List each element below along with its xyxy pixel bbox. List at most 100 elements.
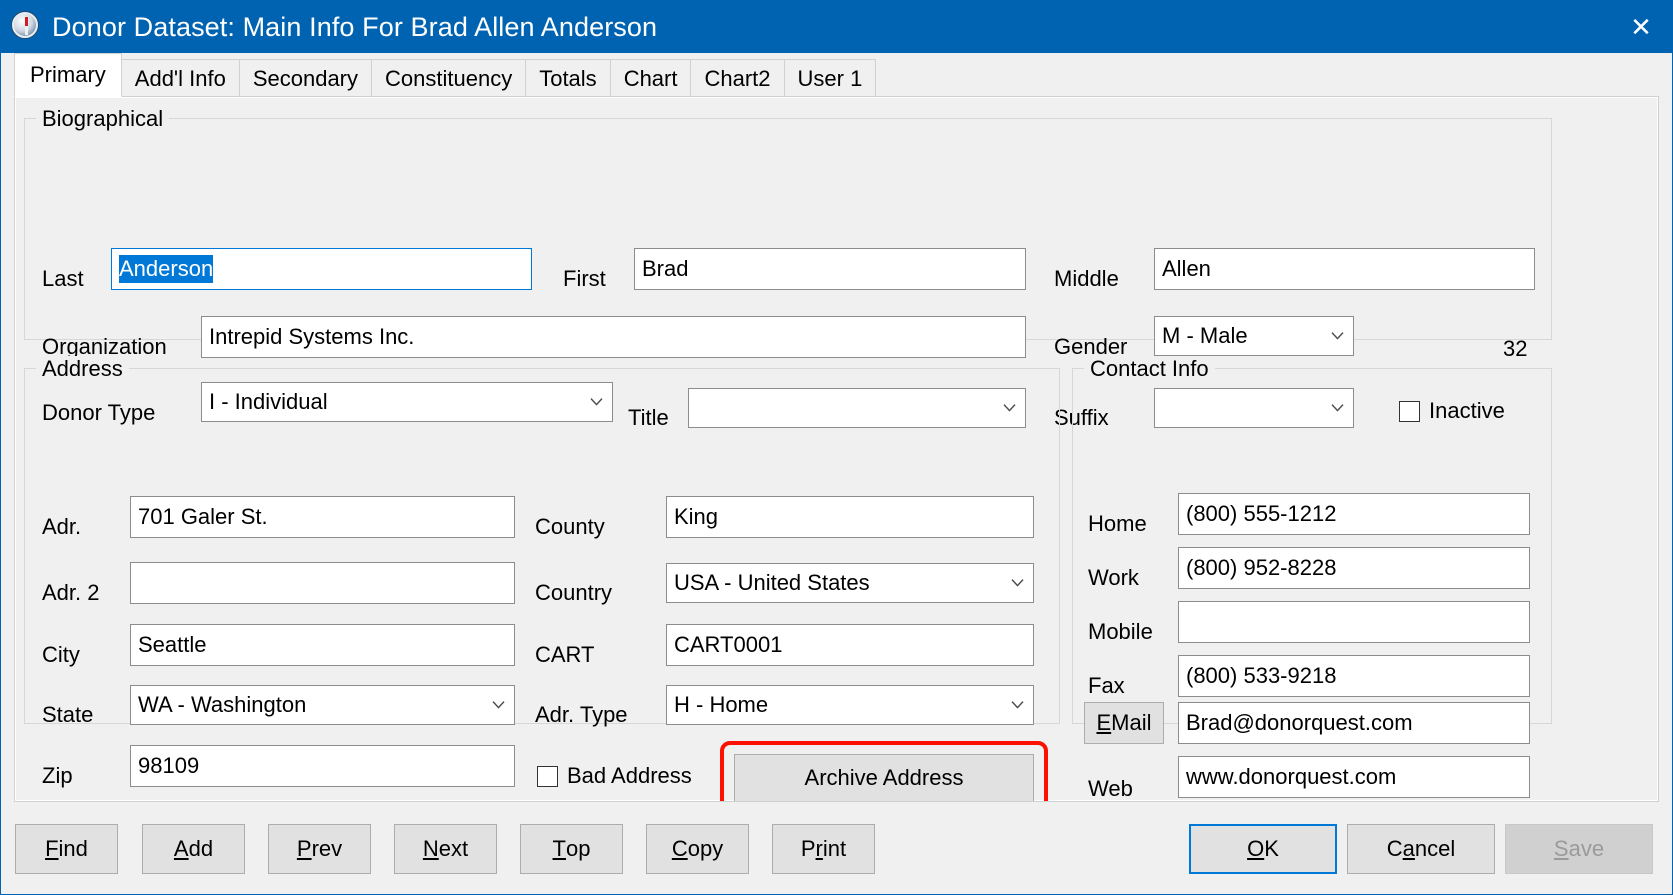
gender-label: Gender <box>1054 334 1128 359</box>
prev-button[interactable]: Prev <box>268 824 371 874</box>
cart-value: CART0001 <box>674 632 783 657</box>
address-line-1-field[interactable]: 701 Galer St. <box>130 496 515 538</box>
address-line-1-value: 701 Galer St. <box>138 504 268 529</box>
chevron-down-icon <box>492 701 505 709</box>
web-field[interactable]: www.donorquest.com <box>1178 756 1530 798</box>
address-group-title: Address <box>36 356 129 382</box>
tab-user-1[interactable]: User 1 <box>783 59 877 97</box>
biographical-group: Biographical <box>24 106 1552 340</box>
chevron-down-icon <box>1331 332 1344 340</box>
email-button[interactable]: E Mail <box>1084 702 1164 744</box>
middle-label: Middle <box>1054 266 1119 291</box>
archive-address-button[interactable]: Archive Address <box>734 754 1034 801</box>
biographical-group-title: Biographical <box>36 106 170 132</box>
email-button-label: Mail <box>1111 710 1152 735</box>
cancel-button[interactable]: Ca ncel <box>1347 824 1495 874</box>
first-name-field[interactable]: Brad <box>634 248 1026 290</box>
tab-chart[interactable]: Chart <box>609 59 692 97</box>
adr-type-select[interactable]: H - Home <box>666 685 1034 725</box>
last-name-field[interactable]: Anderson <box>111 248 532 290</box>
city-value: Seattle <box>138 632 207 657</box>
zip-field[interactable]: 98109 <box>130 745 515 787</box>
middle-name-field[interactable]: Allen <box>1154 248 1535 290</box>
title-bar: Donor Dataset: Main Info For Brad Allen … <box>1 1 1672 53</box>
tab-label: Totals <box>539 65 597 91</box>
prev-accel: P <box>296 836 312 861</box>
country-label: Country <box>535 580 613 605</box>
tab-primary[interactable]: Primary <box>14 53 122 97</box>
save-accel: S <box>1553 836 1569 861</box>
email-field[interactable]: Brad@donorquest.com <box>1178 702 1530 744</box>
top-accel: T <box>552 836 566 861</box>
bad-address-label: Bad Address <box>567 763 692 788</box>
next-button[interactable]: Next <box>394 824 497 874</box>
mobile-phone-field[interactable] <box>1178 601 1530 643</box>
county-field[interactable]: King <box>666 496 1034 538</box>
tab-label: Secondary <box>252 65 359 91</box>
state-select[interactable]: WA - Washington <box>130 685 515 725</box>
print-accel: r <box>815 836 823 861</box>
tab-label: User 1 <box>797 65 863 91</box>
city-field[interactable]: Seattle <box>130 624 515 666</box>
cart-label: CART <box>535 642 595 667</box>
record-count: 32 <box>1503 336 1528 361</box>
print-label: int <box>822 836 847 861</box>
tab-label: Chart2 <box>704 65 771 91</box>
fax-value: (800) 533-9218 <box>1186 663 1337 688</box>
add-accel: A <box>173 836 189 861</box>
donor-dataset-window: Donor Dataset: Main Info For Brad Allen … <box>0 0 1673 895</box>
home-phone-field[interactable]: (800) 555-1212 <box>1178 493 1530 535</box>
next-accel: N <box>422 836 439 861</box>
first-label: First <box>563 266 606 291</box>
bad-address-checkbox-box <box>537 765 558 787</box>
copy-accel: C <box>671 836 688 861</box>
organization-field[interactable]: Intrepid Systems Inc. <box>201 316 1026 358</box>
copy-button[interactable]: Copy <box>646 824 749 874</box>
adr-type-label: Adr. Type <box>535 702 628 727</box>
state-value: WA - Washington <box>138 692 307 717</box>
top-button[interactable]: Top <box>520 824 623 874</box>
tab-totals[interactable]: Totals <box>525 59 611 97</box>
county-label: County <box>535 514 605 539</box>
last-label: Last <box>42 266 84 291</box>
country-select[interactable]: USA - United States <box>666 563 1034 603</box>
contact-info-group-title: Contact Info <box>1084 356 1215 382</box>
mobile-label: Mobile <box>1088 619 1153 644</box>
work-phone-field[interactable]: (800) 952-8228 <box>1178 547 1530 589</box>
web-label: Web <box>1088 776 1133 801</box>
ok-accel: O <box>1247 836 1265 861</box>
bad-address-checkbox[interactable]: Bad Address <box>537 763 692 789</box>
tab-secondary[interactable]: Secondary <box>238 59 373 97</box>
ok-label: K <box>1264 836 1279 861</box>
ok-button[interactable]: OK <box>1189 824 1337 874</box>
home-phone-value: (800) 555-1212 <box>1186 501 1337 526</box>
address-line-2-field[interactable] <box>130 562 515 604</box>
tab-constituency[interactable]: Constituency <box>371 59 527 97</box>
tab-label: Primary <box>30 62 106 87</box>
middle-name-value: Allen <box>1162 256 1211 281</box>
close-icon[interactable]: ✕ <box>1610 1 1672 52</box>
web-value: www.donorquest.com <box>1186 764 1397 789</box>
cancel-label: ncel <box>1414 836 1456 861</box>
close-glyph: ✕ <box>1630 11 1652 42</box>
top-label: op <box>565 836 591 861</box>
chevron-down-icon <box>1011 701 1024 709</box>
fax-field[interactable]: (800) 533-9218 <box>1178 655 1530 697</box>
tab-chart2[interactable]: Chart2 <box>690 59 785 97</box>
adr2-label: Adr. 2 <box>42 580 100 605</box>
archive-address-label: Archive Address <box>804 765 964 790</box>
find-button[interactable]: Find <box>15 824 118 874</box>
zip-value: 98109 <box>138 753 200 778</box>
add-button[interactable]: Add <box>142 824 245 874</box>
adr-type-value: H - Home <box>674 692 769 717</box>
primary-tab-panel: Biographical Last Anderson First Brad Mi… <box>14 97 1659 802</box>
print-button[interactable]: Pr int <box>772 824 875 874</box>
prev-label: rev <box>311 836 343 861</box>
tab-addl-info[interactable]: Add'l Info <box>120 59 240 97</box>
gender-select[interactable]: M - Male <box>1154 316 1354 356</box>
gender-value: M - Male <box>1162 323 1248 348</box>
cart-field[interactable]: CART0001 <box>666 624 1034 666</box>
state-label: State <box>42 702 94 727</box>
fax-label: Fax <box>1088 673 1125 698</box>
email-button-accel: E <box>1096 710 1112 735</box>
